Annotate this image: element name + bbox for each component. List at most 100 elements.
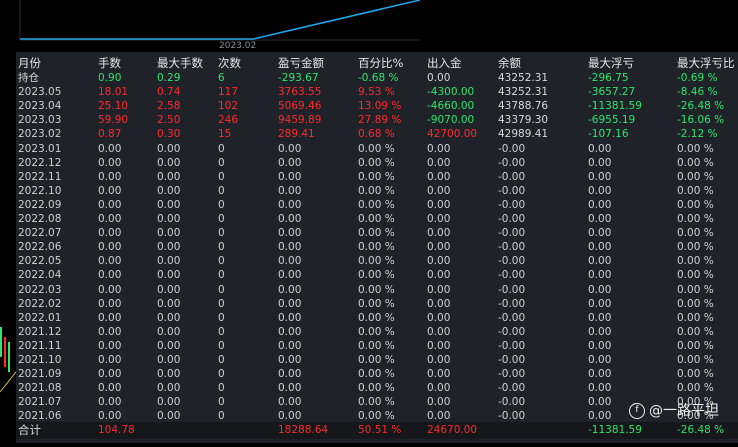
cell-max-lots: 0.74 bbox=[157, 86, 181, 99]
table-row: 2022.10 0.00 0.00 0 0.00 0.00 % 0.00 -0.00 0.00 0… bbox=[16, 184, 738, 198]
cell-deposit: 0.00 bbox=[427, 382, 451, 395]
cell-balance: -0.00 bbox=[498, 396, 526, 409]
cell-profit: 9459.89 bbox=[278, 114, 322, 127]
cell-profit: 0.00 bbox=[278, 354, 302, 366]
equity-chart: 2023.02 bbox=[0, 0, 738, 52]
cell-count: 0 bbox=[218, 184, 225, 197]
cell-profit: 0.00 bbox=[278, 269, 302, 282]
cell-profit: 0.00 bbox=[278, 283, 302, 296]
cell-lots: 0.00 bbox=[98, 382, 122, 395]
cell-deposit: 0.00 bbox=[427, 241, 451, 254]
cell-month: 2021.11 bbox=[18, 339, 62, 352]
table-row: 2022.11 0.00 0.00 0 0.00 0.00 % 0.00 -0.00 0.00 0… bbox=[16, 170, 738, 184]
cell-profit: 0.00 bbox=[278, 396, 302, 409]
cell-month: 2022.02 bbox=[18, 297, 62, 310]
cell-balance: 43252.31 bbox=[498, 72, 549, 84]
cell-lots: 0.00 bbox=[98, 354, 122, 366]
cell-month: 2023.01 bbox=[18, 142, 62, 155]
cell-month: 2022.12 bbox=[18, 156, 62, 169]
cell-max-lots: 0.00 bbox=[157, 325, 181, 338]
cell-deposit: 0.00 bbox=[427, 213, 451, 225]
header-max-float-loss: 最大浮亏 bbox=[588, 56, 634, 70]
weibo-style-logo-icon: f bbox=[629, 403, 645, 419]
cell-lots: 0.00 bbox=[98, 368, 122, 381]
cell-max-float-loss: -107.16 bbox=[588, 128, 629, 141]
cell-balance: -0.00 bbox=[498, 255, 526, 268]
cell-balance: -0.00 bbox=[498, 382, 526, 395]
cell-percent: 0.00 % bbox=[358, 354, 395, 366]
cell-month: 2023.02 bbox=[18, 128, 62, 141]
cell-count: 0 bbox=[218, 311, 225, 324]
cell-balance: -0.00 bbox=[498, 241, 526, 254]
cell-percent: 0.00 % bbox=[358, 396, 395, 409]
cell-profit: 0.00 bbox=[278, 170, 302, 183]
cell-profit: 0.00 bbox=[278, 184, 302, 197]
cell-month: 2023.04 bbox=[18, 100, 62, 113]
cell-max-float-loss-pct: 0.00 % bbox=[677, 283, 714, 296]
cell-count: 0 bbox=[218, 255, 225, 268]
cell-count: 0 bbox=[218, 368, 225, 381]
cell-month: 2022.09 bbox=[18, 198, 62, 211]
cell-max-lots: 0.00 bbox=[157, 269, 181, 282]
cell-lots: 0.00 bbox=[98, 241, 122, 254]
cell-profit: 0.00 bbox=[278, 198, 302, 211]
cell-month: 2021.10 bbox=[18, 354, 62, 366]
cell-max-lots: 0.29 bbox=[157, 72, 181, 84]
table-row: 2022.12 0.00 0.00 0 0.00 0.00 % 0.00 -0.00 0.00 0… bbox=[16, 156, 738, 170]
cell-lots: 0.00 bbox=[98, 283, 122, 296]
cell-max-float-loss: 0.00 bbox=[588, 354, 612, 366]
table-row: 2023.03 59.90 2.50 246 9459.89 27.89 % -9070.0… bbox=[16, 113, 738, 127]
cell-balance: -0.00 bbox=[498, 213, 526, 225]
cell-balance: -0.00 bbox=[498, 198, 526, 211]
table-row: 2023.04 25.10 2.58 102 5069.46 13.09 % -4660.0… bbox=[16, 99, 738, 113]
cell-deposit: 0.00 bbox=[427, 198, 451, 211]
header-lots: 手数 bbox=[98, 56, 121, 70]
cell-deposit: 0.00 bbox=[427, 269, 451, 282]
cell-profit: 0.00 bbox=[278, 339, 302, 352]
table-row: 2022.06 0.00 0.00 0 0.00 0.00 % 0.00 -0.00 0.00 0… bbox=[16, 240, 738, 254]
cell-count: 0 bbox=[218, 269, 225, 282]
table-row: 2021.10 0.00 0.00 0 0.00 0.00 % 0.00 -0.00 0.00 0… bbox=[16, 353, 738, 367]
cell-lots: 0.00 bbox=[98, 184, 122, 197]
cell-max-float-loss: 0.00 bbox=[588, 382, 612, 395]
cell-max-float-loss: 0.00 bbox=[588, 368, 612, 381]
cell-count: 246 bbox=[218, 114, 239, 127]
cell-max-float-loss: -11381.59 bbox=[588, 100, 642, 113]
cell-max-lots: 0.00 bbox=[157, 241, 181, 254]
cell-month: 持仓 bbox=[18, 72, 39, 84]
cell-lots: 0.00 bbox=[98, 198, 122, 211]
table-row: 2022.07 0.00 0.00 0 0.00 0.00 % 0.00 -0.00 0.00 0… bbox=[16, 226, 738, 240]
cell-max-lots: 0.00 bbox=[157, 354, 181, 366]
cell-deposit: 0.00 bbox=[427, 142, 451, 155]
table-row: 2022.08 0.00 0.00 0 0.00 0.00 % 0.00 -0.00 0.00 0… bbox=[16, 212, 738, 226]
cell-count: 15 bbox=[218, 128, 232, 141]
cell-balance: -0.00 bbox=[498, 339, 526, 352]
cell-profit: -293.67 bbox=[278, 72, 319, 84]
cell-max-float-loss-pct: 0.00 % bbox=[677, 354, 714, 366]
cell-profit: 0.00 bbox=[278, 241, 302, 254]
cell-max-float-loss-pct: 0.00 % bbox=[677, 142, 714, 155]
cell-lots: 0.00 bbox=[98, 142, 122, 155]
cell-lots: 0.00 bbox=[98, 311, 122, 324]
cell-lots: 0.00 bbox=[98, 156, 122, 169]
header-deposit: 出入金 bbox=[427, 56, 462, 70]
cell-max-float-loss: 0.00 bbox=[588, 198, 612, 211]
cell-max-lots: 2.58 bbox=[157, 100, 181, 113]
cell-lots: 0.00 bbox=[98, 255, 122, 268]
cell-max-float-loss-pct: 0.00 % bbox=[677, 170, 714, 183]
cell-percent: 0.00 % bbox=[358, 339, 395, 352]
cell-max-lots: 0.30 bbox=[157, 128, 181, 141]
cell-count: 0 bbox=[218, 198, 225, 211]
cell-count: 0 bbox=[218, 382, 225, 395]
cell-max-lots: 0.00 bbox=[157, 142, 181, 155]
cell-balance: -0.00 bbox=[498, 354, 526, 366]
cell-balance: 43252.31 bbox=[498, 86, 549, 99]
cell-profit: 0.00 bbox=[278, 311, 302, 324]
cell-deposit: 0.00 bbox=[427, 339, 451, 352]
cell-max-float-loss-pct: 0.00 % bbox=[677, 269, 714, 282]
cell-max-float-loss-pct: -0.69 % bbox=[677, 72, 718, 84]
table-row: 2021.09 0.00 0.00 0 0.00 0.00 % 0.00 -0.00 0.00 0… bbox=[16, 367, 738, 381]
cell-balance: -0.00 bbox=[498, 184, 526, 197]
cell-deposit: 0.00 bbox=[427, 297, 451, 310]
cell-profit: 0.00 bbox=[278, 382, 302, 395]
